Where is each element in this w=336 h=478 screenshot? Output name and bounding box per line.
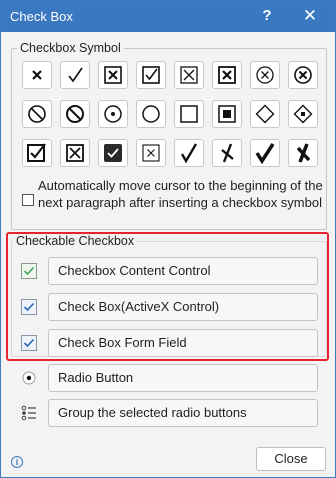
cross-symbol[interactable] [22,61,52,89]
group-radio-buttons-button[interactable]: Group the selected radio buttons [48,399,318,427]
x-bold-icon [221,143,234,163]
circled-x-symbol[interactable] [250,61,280,89]
boxed-x-bold-symbol[interactable] [60,139,90,167]
close-icon[interactable]: ✕ [301,6,319,26]
window-title: Check Box [10,9,73,24]
check-heavy-icon [255,143,275,164]
check-symbol[interactable] [60,61,90,89]
blue-check-icon [18,296,40,318]
circled-x-bold-symbol[interactable] [288,61,318,89]
checkbox-content-control-button[interactable]: Checkbox Content Control [48,257,318,285]
check-heavy-symbol[interactable] [250,139,280,167]
circled-dot-symbol[interactable] [98,100,128,128]
info-icon[interactable]: i [11,456,23,468]
boxed-check-bold-icon [27,143,46,162]
x-heavy-icon [296,143,311,163]
cross-icon [32,70,42,80]
empty-circle-symbol[interactable] [136,100,166,128]
circle-slash-bold-symbol[interactable] [60,100,90,128]
radio-button-button[interactable]: Radio Button [48,364,318,392]
boxed-x-thick-symbol[interactable] [212,61,242,89]
filled-square-boxed-symbol[interactable] [212,100,242,128]
empty-square-symbol[interactable] [174,100,204,128]
blue-check-icon [18,332,40,354]
circled-x-bold-icon [294,66,312,84]
radio-icon [18,367,40,389]
diamond-icon [255,104,275,124]
circled-dot-icon [104,105,122,123]
auto-move-checkbox[interactable] [22,194,34,206]
empty-square-icon [180,105,198,123]
boxed-x-thick-icon [218,66,236,84]
boxed-x-thin-symbol[interactable] [174,61,204,89]
check-bold-icon [180,143,198,164]
empty-circle-icon [142,105,160,123]
x-bold-symbol[interactable] [212,139,242,167]
filled-square-boxed-icon [218,105,236,123]
list-group-icon [18,402,40,424]
checkable-checkbox-label: Checkable Checkbox [13,234,138,248]
filled-box-check-icon [104,144,122,162]
x-heavy-symbol[interactable] [288,139,318,167]
circle-slash-symbol[interactable] [22,100,52,128]
boxed-check-bold-symbol[interactable] [22,139,52,167]
boxed-x-small-symbol[interactable] [136,139,166,167]
check-box-dialog: Check Box ? ✕ Checkbox Symbol Automatica… [0,0,336,478]
diamond-symbol[interactable] [250,100,280,128]
diamond-dot-symbol[interactable] [288,100,318,128]
green-check-icon [18,260,40,282]
circled-x-icon [256,66,274,84]
form-field-checkbox-button[interactable]: Check Box Form Field [48,329,318,357]
checkbox-symbol-label: Checkbox Symbol [17,41,124,55]
circle-slash-bold-icon [66,105,84,123]
help-icon[interactable]: ? [259,7,275,24]
filled-box-check-symbol[interactable] [98,139,128,167]
boxed-cross-icon [104,66,122,84]
diamond-dot-icon [293,104,313,124]
boxed-x-bold-icon [66,144,84,162]
boxed-check-symbol[interactable] [136,61,166,89]
boxed-check-icon [142,66,160,84]
boxed-x-thin-icon [180,66,198,84]
close-button[interactable]: Close [256,447,326,471]
boxed-x-small-icon [142,144,160,162]
check-icon [68,67,83,83]
check-bold-symbol[interactable] [174,139,204,167]
boxed-cross-symbol[interactable] [98,61,128,89]
auto-move-label: Automatically move cursor to the beginni… [38,178,323,210]
circle-slash-icon [28,105,46,123]
activex-checkbox-button[interactable]: Check Box(ActiveX Control) [48,293,318,321]
title-bar: Check Box ? ✕ [1,1,335,32]
